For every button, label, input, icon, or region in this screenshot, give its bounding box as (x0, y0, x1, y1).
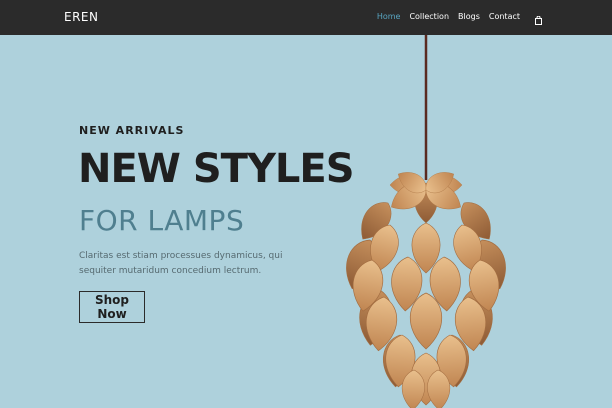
hero-description: Claritas est stiam processues dynamicus,… (79, 251, 283, 277)
nav-item-blogs[interactable]: Blogs (458, 12, 480, 21)
hero-subhead: FOR LAMPS (79, 204, 245, 237)
main-nav: Home Collection Blogs Contact (377, 12, 542, 25)
hero-kicker: NEW ARRIVALS (79, 124, 185, 137)
shopping-bag-icon[interactable] (535, 12, 542, 25)
shop-now-button[interactable]: Shop Now (79, 291, 145, 323)
nav-item-contact[interactable]: Contact (489, 12, 520, 21)
brand-logo[interactable]: EREN (64, 10, 98, 24)
top-navbar: EREN Home Collection Blogs Contact (0, 0, 612, 35)
lamp-image (330, 35, 540, 408)
hero-headline: NEW STYLES (78, 146, 355, 192)
nav-item-home[interactable]: Home (377, 12, 401, 21)
nav-item-collection[interactable]: Collection (409, 12, 449, 21)
